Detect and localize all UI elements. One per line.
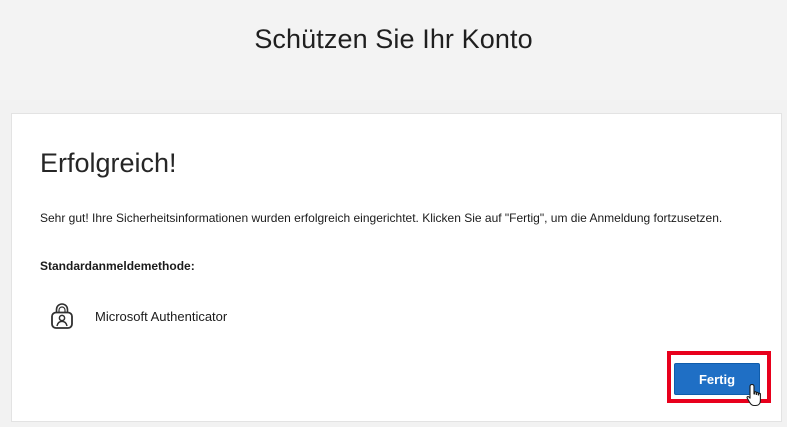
default-method-row: Microsoft Authenticator — [49, 302, 227, 330]
default-method-name: Microsoft Authenticator — [95, 308, 228, 324]
success-card: Erfolgreich! Sehr gut! Ihre Sicherheitsi… — [11, 113, 782, 422]
authenticator-lock-icon — [51, 303, 73, 329]
done-button[interactable]: Fertig — [674, 363, 760, 395]
page-header: Schützen Sie Ihr Konto — [0, 0, 787, 100]
success-heading: Erfolgreich! — [40, 148, 177, 178]
default-method-label: Standardanmeldemethode: — [40, 259, 195, 273]
success-message: Sehr gut! Ihre Sicherheitsinformationen … — [40, 211, 723, 225]
page-title: Schützen Sie Ihr Konto — [254, 24, 533, 54]
